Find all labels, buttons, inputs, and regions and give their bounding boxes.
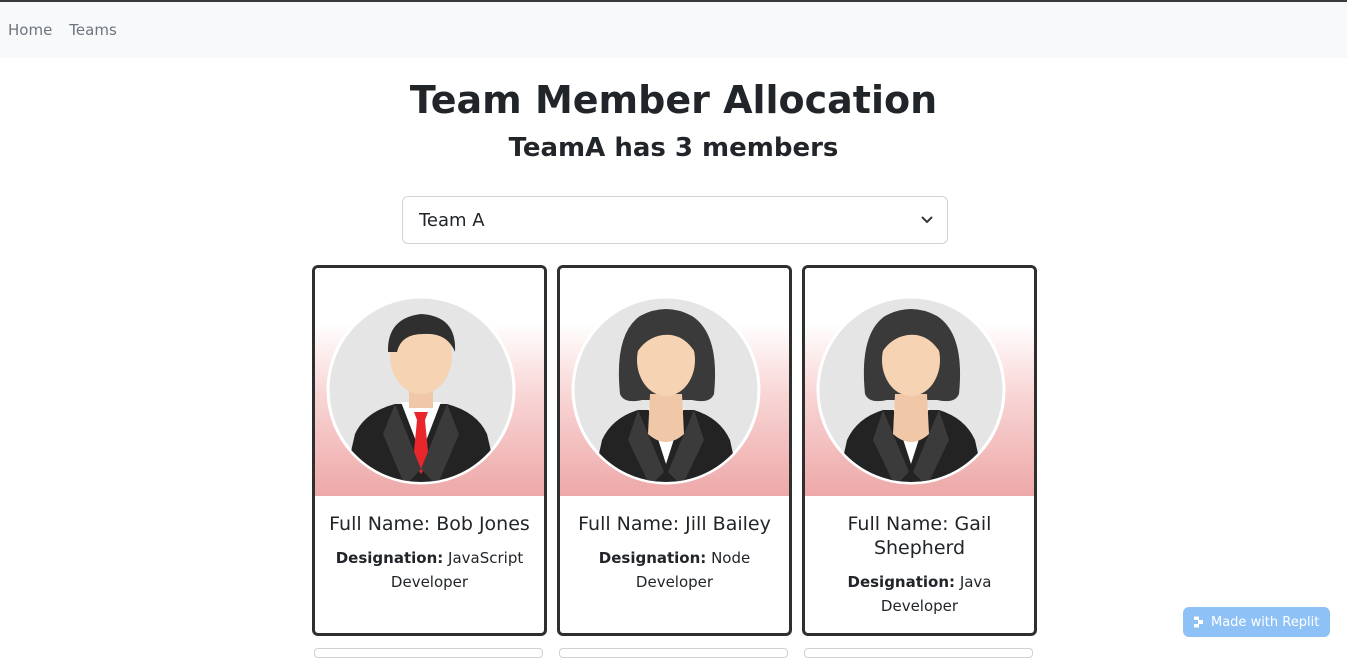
male-avatar-icon [326, 295, 516, 485]
member-card-next-row[interactable] [314, 648, 543, 658]
member-card[interactable]: Full Name: Jill Bailey Designation: Node… [557, 265, 792, 636]
designation-label: Designation: [847, 573, 956, 591]
member-photo-area [315, 268, 544, 496]
member-full-name: Full Name: Gail Shepherd [847, 513, 992, 559]
team-member-count: TeamA has 3 members [508, 133, 839, 163]
designation-label: Designation: [335, 549, 444, 567]
member-card[interactable]: Full Name: Bob Jones Designation: JavaSc… [312, 265, 547, 636]
badge-label: Made with Replit [1211, 614, 1320, 630]
team-select[interactable]: Team A [402, 196, 948, 244]
designation-label: Designation: [598, 549, 707, 567]
page-title: Team Member Allocation [409, 78, 938, 122]
member-designation: Designation: Node Developer [574, 546, 775, 594]
nav-home-link[interactable]: Home [8, 21, 52, 39]
member-designation: Designation: Java Developer [819, 570, 1020, 618]
made-with-replit-badge[interactable]: Made with Replit [1183, 607, 1330, 637]
member-photo-area [805, 268, 1034, 496]
nav-teams-link[interactable]: Teams [69, 21, 116, 39]
team-select-value: Team A [419, 209, 485, 231]
replit-icon [1194, 616, 1203, 628]
member-photo-area [560, 268, 789, 496]
member-card-next-row[interactable] [559, 648, 788, 658]
member-full-name: Full Name: Jill Bailey [578, 513, 771, 535]
chevron-down-icon [921, 216, 933, 223]
member-full-name: Full Name: Bob Jones [329, 513, 530, 535]
member-card-next-row[interactable] [804, 648, 1033, 658]
member-card[interactable]: Full Name: Gail Shepherd Designation: Ja… [802, 265, 1037, 636]
female-avatar-icon [571, 295, 761, 485]
female-avatar-icon [816, 295, 1006, 485]
navbar: Home Teams [0, 2, 1347, 58]
member-designation: Designation: JavaScript Developer [329, 546, 530, 594]
